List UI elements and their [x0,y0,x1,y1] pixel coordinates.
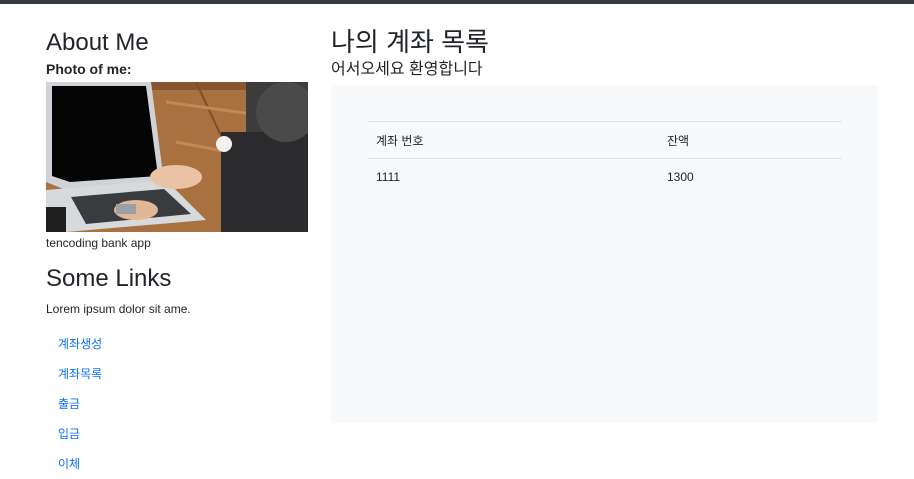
nav-link-transfer[interactable]: 이체 [58,457,80,471]
links-title: Some Links [46,265,172,292]
profile-photo [46,82,308,232]
account-table: 계좌 번호 잔액 1111 1300 [367,121,842,195]
top-navbar [0,0,914,4]
sidebar-title: About Me [46,29,149,56]
header-account-number: 계좌 번호 [367,121,658,159]
cell-balance: 1300 [658,158,842,195]
nav-link-account-list[interactable]: 계좌목록 [58,367,102,381]
nav-item-account-list: 계좌목록 [46,359,308,389]
nav-link-create-account[interactable]: 계좌생성 [58,337,102,351]
nav-item-deposit: 입금 [46,419,308,449]
sidebar-nav: 계좌생성 계좌목록 출금 입금 이체 [46,329,308,479]
nav-item-withdraw: 출금 [46,389,308,419]
account-list-panel: 계좌 번호 잔액 1111 1300 [331,85,878,423]
page-title: 나의 계좌 목록 [331,27,489,57]
photo-label: Photo of me: [46,61,132,77]
header-balance: 잔액 [658,121,842,159]
sidebar: About Me Photo of me: tencoding bank app… [46,28,308,479]
table-header-row: 계좌 번호 잔액 [367,121,842,159]
welcome-text: 어서오세요 환영합니다 [331,61,483,78]
photo-caption: tencoding bank app [46,236,151,250]
table-row: 1111 1300 [367,158,842,195]
main-content: 나의 계좌 목록 어서오세요 환영합니다 계좌 번호 잔액 1111 1300 [331,26,878,423]
cell-account-number: 1111 [367,158,658,195]
nav-item-create-account: 계좌생성 [46,329,308,359]
laptop-photo-illustration [46,82,308,232]
nav-link-deposit[interactable]: 입금 [58,427,80,441]
links-description: Lorem ipsum dolor sit ame. [46,302,191,316]
nav-item-transfer: 이체 [46,449,308,479]
nav-link-withdraw[interactable]: 출금 [58,397,80,411]
